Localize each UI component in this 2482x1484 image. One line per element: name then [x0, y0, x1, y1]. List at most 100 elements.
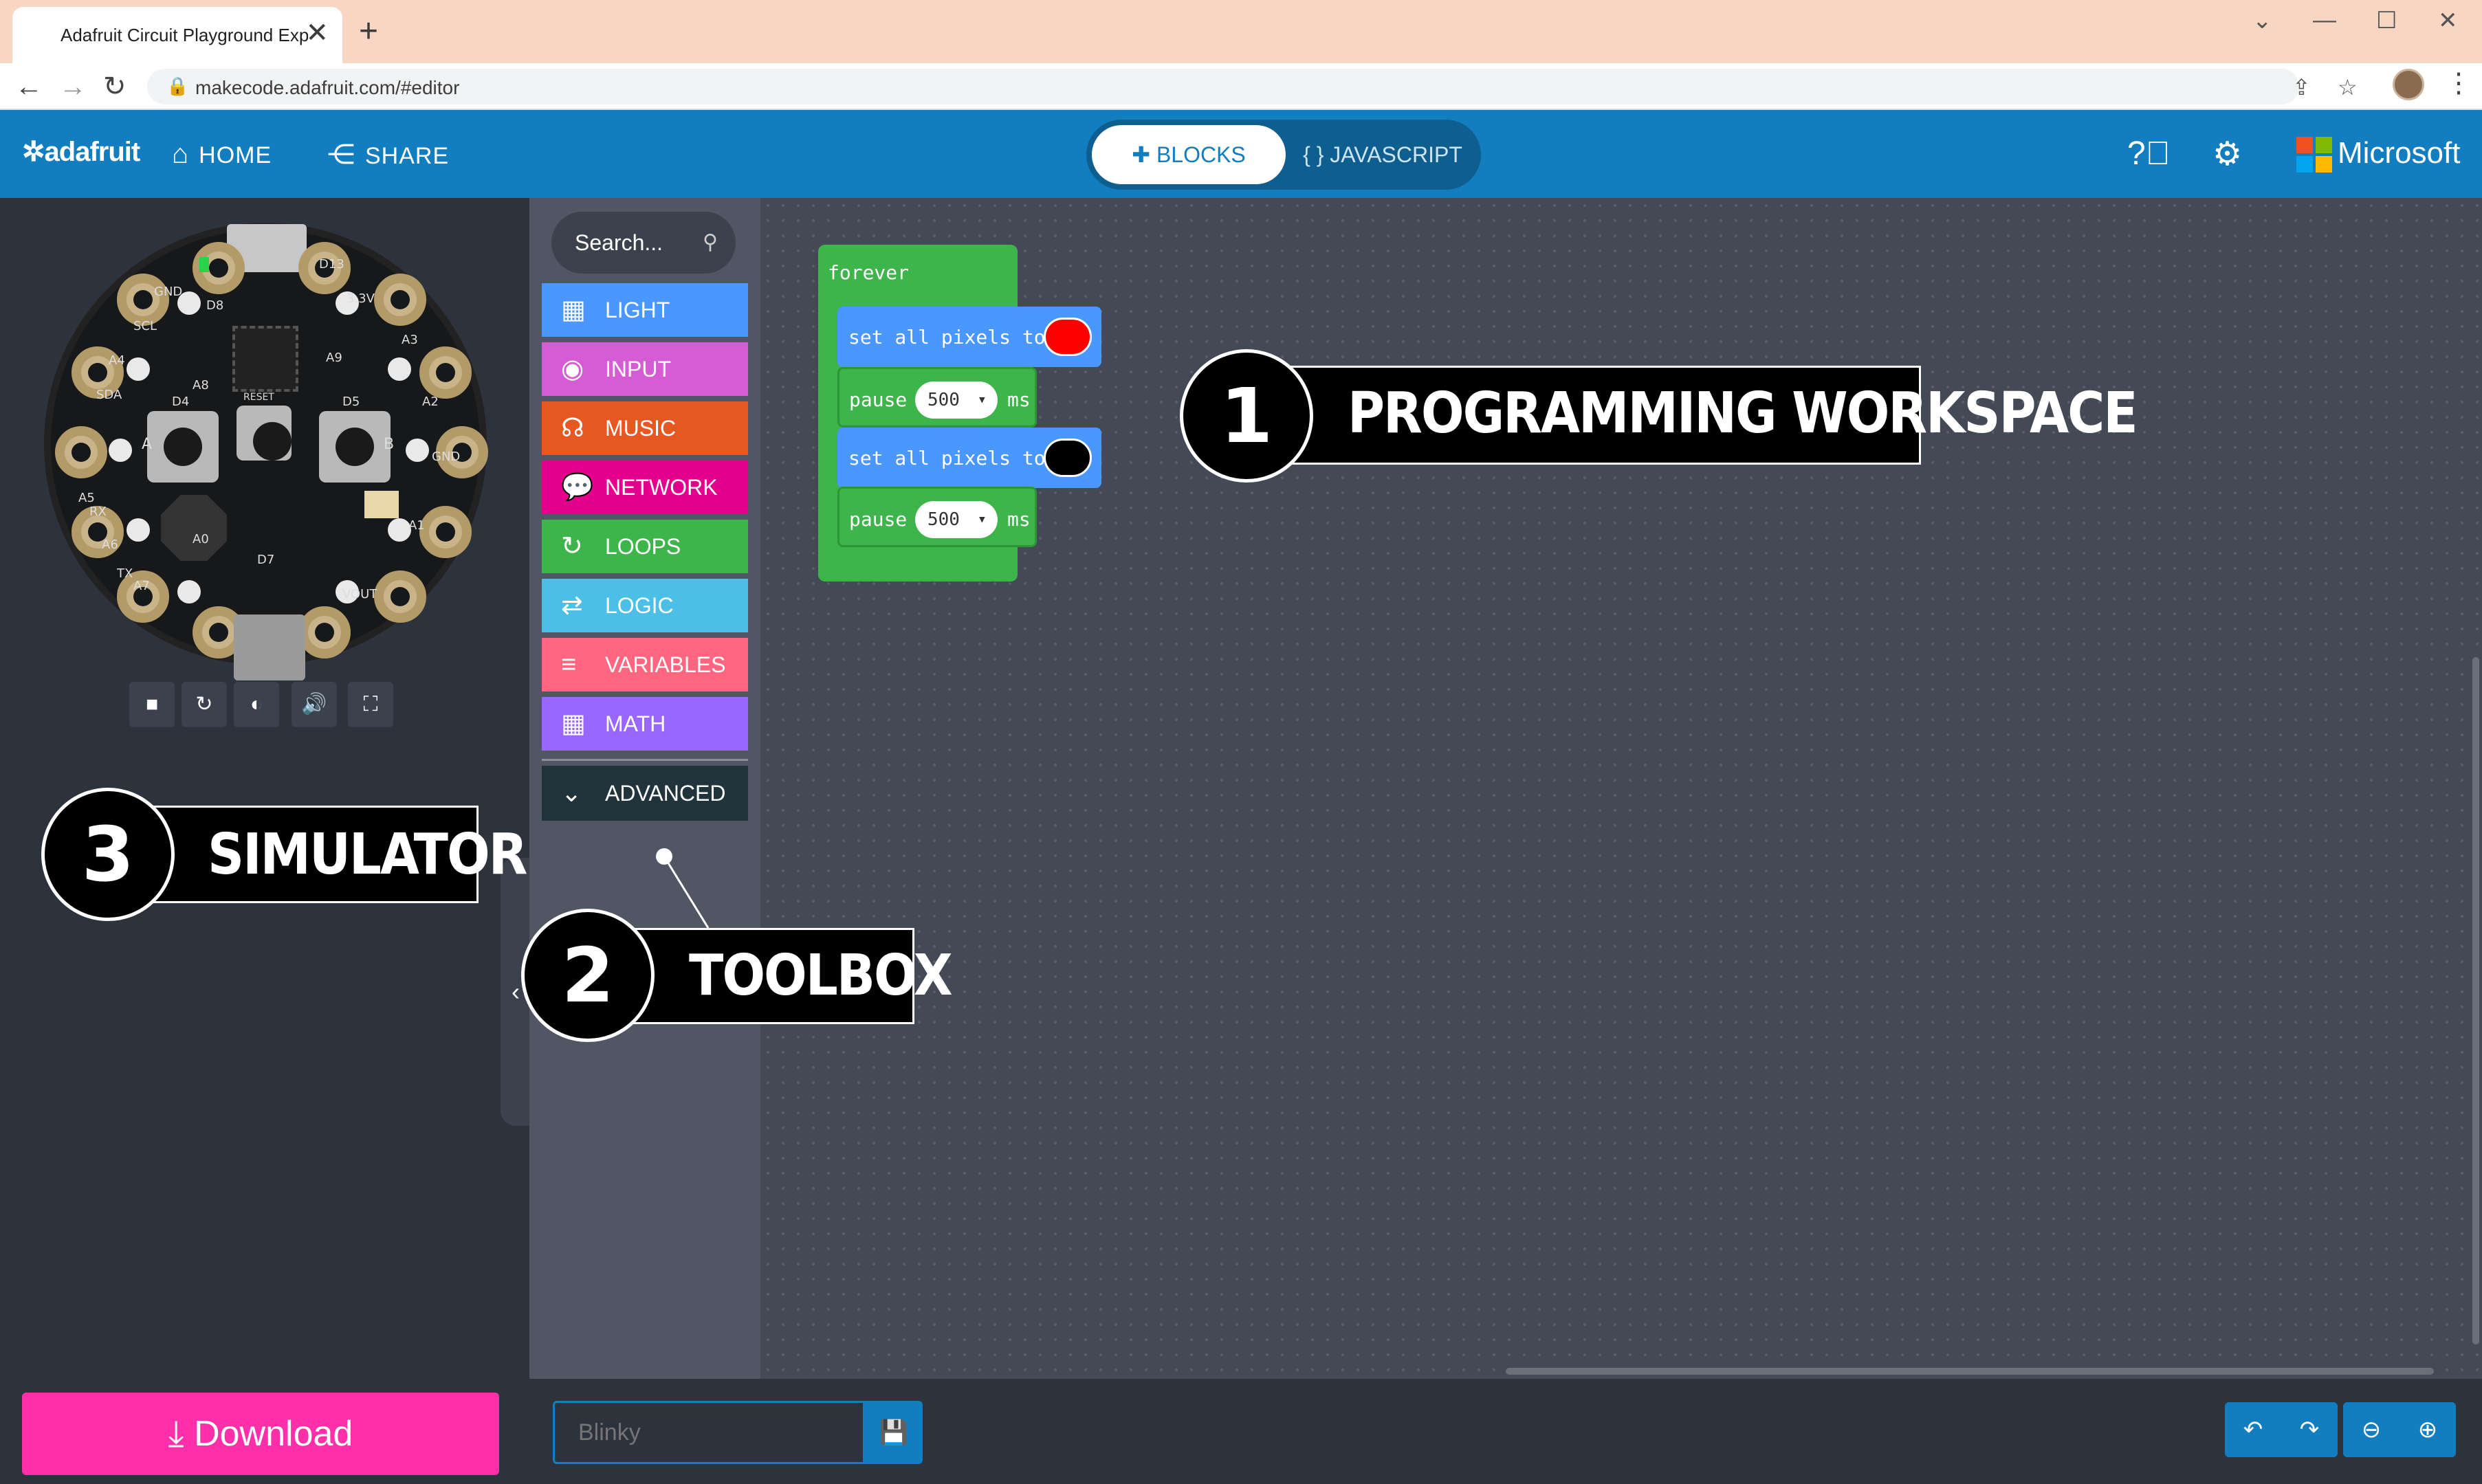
zoom-in-icon: ⊕	[2417, 1417, 2438, 1443]
adafruit-logo[interactable]: ✲adafruit	[22, 136, 140, 168]
neopixel-led	[388, 518, 411, 542]
toolbox: Search... ⚲ ▦ LIGHT ◉ INPUT ☊ MUSIC 💬 NETWOR…	[529, 198, 760, 1379]
pause-value-dropdown[interactable]: 500 ▾	[915, 381, 998, 419]
help-icon[interactable]: ?⃝	[2127, 135, 2171, 173]
javascript-tab[interactable]: { } JAVASCRIPT	[1293, 125, 1473, 184]
pad-a3[interactable]	[419, 346, 472, 399]
callout-number: 1	[1180, 349, 1313, 483]
workspace-horizontal-scrollbar[interactable]	[1506, 1368, 2434, 1375]
button-a[interactable]	[147, 411, 219, 483]
forward-icon[interactable]: →	[59, 70, 87, 103]
workspace-vertical-scrollbar[interactable]	[2472, 657, 2479, 1344]
board-label: 3.3V	[347, 291, 375, 306]
category-loops[interactable]: ↻ LOOPS	[542, 520, 748, 573]
pause-value-dropdown[interactable]: 500 ▾	[915, 501, 998, 538]
pad-3v3[interactable]	[374, 274, 426, 326]
category-input[interactable]: ◉ INPUT	[542, 342, 748, 396]
home-button[interactable]: ⌂ HOME	[172, 139, 272, 170]
category-music[interactable]: ☊ MUSIC	[542, 401, 748, 455]
close-tab-icon[interactable]: ✕	[305, 19, 329, 47]
category-logic[interactable]: ⇄ LOGIC	[542, 579, 748, 632]
back-icon[interactable]: ←	[15, 70, 43, 103]
fullscreen-icon[interactable]: ⛶	[348, 682, 393, 727]
bookmark-star-icon[interactable]: ☆	[2338, 74, 2358, 100]
button-b[interactable]	[319, 411, 391, 483]
blocks-tab[interactable]: ✚ BLOCKS	[1092, 125, 1286, 184]
minimize-icon[interactable]: —	[2313, 7, 2336, 34]
search-icon: ⚲	[703, 231, 718, 254]
slow-mo-icon[interactable]: ◐	[234, 682, 279, 727]
share-button[interactable]: ⋲ SHARE	[327, 139, 449, 170]
block-text: pause	[849, 508, 908, 531]
maximize-icon[interactable]: ☐	[2376, 7, 2397, 34]
stop-simulator-icon[interactable]: ■	[129, 682, 175, 727]
close-window-icon[interactable]: ✕	[2438, 7, 2458, 34]
save-icon: 💾	[879, 1419, 909, 1446]
shuffle-icon: ⇄	[561, 591, 583, 620]
restart-simulator-icon[interactable]: ↻	[182, 682, 227, 727]
settings-gear-icon[interactable]: ⚙	[2212, 135, 2242, 173]
board-label: TX	[117, 566, 133, 581]
pause-block[interactable]: pause 500 ▾ ms	[837, 367, 1037, 428]
url-text: makecode.adafruit.com/#editor	[195, 77, 460, 98]
category-variables[interactable]: ≡ VARIABLES	[542, 638, 748, 691]
save-button[interactable]: 💾	[865, 1401, 923, 1464]
zoom-out-button[interactable]: ⊖	[2343, 1402, 2399, 1457]
browser-menu-icon[interactable]: ⋮	[2445, 67, 2472, 99]
profile-avatar[interactable]	[2393, 69, 2424, 100]
zoom-in-button[interactable]: ⊕	[2399, 1402, 2456, 1457]
category-advanced[interactable]: ⌄ ADVANCED	[542, 766, 748, 821]
address-bar: ← → ↻ 🔒 makecode.adafruit.com/#editor ⇪ …	[0, 63, 2482, 110]
category-math[interactable]: ▦ MATH	[542, 697, 748, 751]
pad-3v3-left[interactable]	[55, 426, 107, 478]
set-pixels-block[interactable]: set all pixels to	[837, 307, 1101, 367]
pad-vout[interactable]	[298, 606, 351, 658]
lock-icon[interactable]: 🔒	[166, 76, 188, 97]
redo-button[interactable]: ↷	[2281, 1402, 2338, 1457]
set-pixels-block[interactable]: set all pixels to	[837, 428, 1101, 488]
project-name-input[interactable]	[553, 1401, 865, 1464]
chat-icon: 💬	[561, 473, 594, 502]
toolbox-search-input[interactable]: Search... ⚲	[551, 212, 736, 274]
braces-icon: { }	[1303, 142, 1330, 167]
puzzle-icon: ✚	[1132, 142, 1156, 167]
board-label: B	[384, 436, 395, 453]
simulator-panel: D13 GND 3.3V A1 A2 A3 GND A4 A5 A6 A7 VO…	[0, 198, 531, 1379]
editor-footer: ⤓ Download 💾 ↶ ↷ ⊖ ⊕	[0, 1379, 2482, 1484]
tab-search-icon[interactable]: ⌄	[2252, 7, 2272, 34]
url-field[interactable]: 🔒 makecode.adafruit.com/#editor ⇪ ☆	[147, 69, 2358, 104]
download-icon: ⤓	[168, 1414, 195, 1454]
category-label: MATH	[605, 711, 666, 736]
microsoft-logo[interactable]: Microsoft	[2296, 136, 2460, 173]
reload-icon[interactable]: ↻	[103, 70, 127, 103]
download-label: Download	[194, 1414, 353, 1454]
tab-title: Adafruit Circuit Playground Expre	[61, 25, 308, 45]
block-text: set all pixels to	[848, 447, 1046, 469]
board-label: SDA	[96, 388, 122, 402]
mute-audio-icon[interactable]: 🔊	[292, 682, 337, 727]
reset-button[interactable]	[237, 406, 292, 461]
pad-a1[interactable]	[419, 506, 472, 558]
pad-scl[interactable]	[117, 274, 169, 326]
category-network[interactable]: 💬 NETWORK	[542, 461, 748, 514]
neopixel-led	[388, 357, 411, 381]
download-button[interactable]: ⤓ Download	[22, 1393, 499, 1475]
light-sensor[interactable]	[364, 491, 399, 518]
battery-connector	[234, 614, 305, 680]
board-label: A0	[193, 532, 209, 546]
callout-pointer-line	[656, 848, 710, 929]
circuit-playground-board[interactable]: D13 GND 3.3V A1 A2 A3 GND A4 A5 A6 A7 VO…	[44, 223, 488, 680]
undo-button[interactable]: ↶	[2225, 1402, 2281, 1457]
zoom-out-icon: ⊖	[2361, 1417, 2382, 1443]
new-tab-icon[interactable]: +	[359, 15, 378, 48]
category-light[interactable]: ▦ LIGHT	[542, 283, 748, 337]
microcontroller-chip	[232, 326, 298, 392]
refresh-icon: ↻	[561, 532, 583, 561]
board-label: SCL	[133, 319, 157, 333]
pad-vout-side[interactable]	[374, 571, 426, 623]
color-picker[interactable]	[1044, 318, 1092, 356]
pause-block[interactable]: pause 500 ▾ ms	[837, 487, 1037, 547]
browser-tab[interactable]: Adafruit Circuit Playground Expre ✕	[12, 7, 342, 63]
color-picker[interactable]	[1044, 439, 1092, 477]
share-page-icon[interactable]: ⇪	[2292, 74, 2311, 100]
